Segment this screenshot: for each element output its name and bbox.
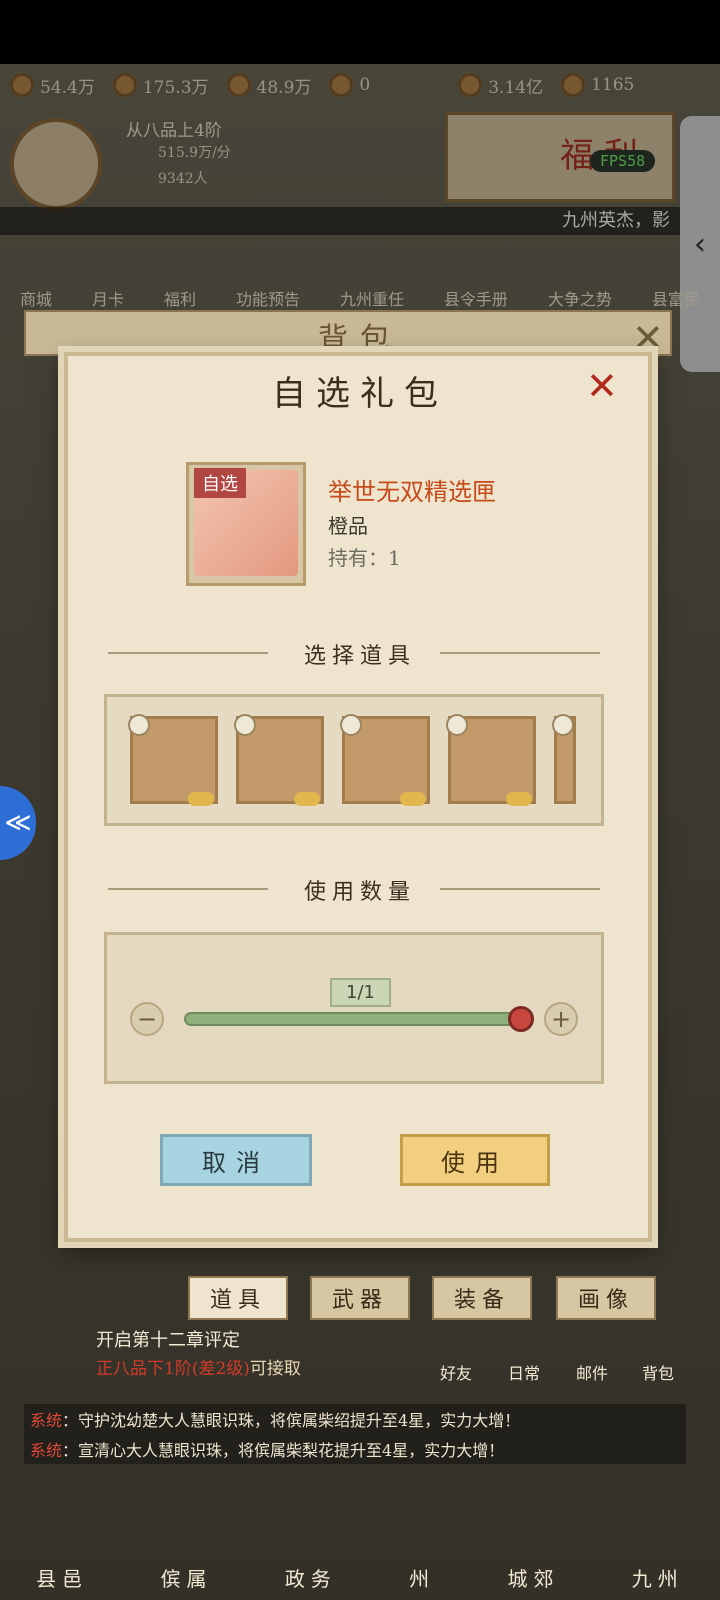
cancel-button[interactable]: 取消: [160, 1134, 312, 1186]
moon-icon: [506, 792, 532, 806]
chapter-title[interactable]: 开启第十二章评定: [96, 1326, 240, 1352]
minus-button[interactable]: −: [130, 1002, 164, 1036]
minus-icon: −: [136, 1005, 158, 1033]
moon-icon: [400, 792, 426, 806]
quantity-value: 1/1: [330, 978, 391, 1007]
chapter-requirement: 正八品下1阶(差2级)可接取: [96, 1359, 301, 1379]
quick-daily[interactable]: 日常: [508, 1360, 540, 1384]
item-badge: 自选: [194, 468, 246, 498]
quick-friends[interactable]: 好友: [440, 1360, 472, 1384]
item-grade: 橙品: [328, 514, 368, 538]
status-bar: [0, 0, 720, 64]
tab-portraits[interactable]: 画像: [556, 1276, 656, 1320]
item-owned: 持有：1: [328, 546, 401, 570]
plus-button[interactable]: +: [544, 1002, 578, 1036]
section-quantity-label: 使用数量: [303, 880, 416, 905]
bottom-nav-state[interactable]: 州: [409, 1563, 435, 1592]
tab-weapons[interactable]: 武器: [310, 1276, 410, 1320]
use-button[interactable]: 使用: [400, 1134, 550, 1186]
quick-mail[interactable]: 邮件: [576, 1360, 608, 1384]
tab-equipment[interactable]: 装备: [432, 1276, 532, 1320]
zodiac-icon: [446, 714, 468, 736]
bottom-nav: 县邑 傧属 政务 州 城郊 九州: [0, 1470, 720, 1600]
assist-icon: ≪: [4, 808, 32, 838]
quantity-slider[interactable]: [184, 1012, 524, 1026]
section-select-label: 选择道具: [303, 644, 416, 669]
plus-icon: +: [550, 1005, 572, 1033]
zodiac-icon: [234, 714, 256, 736]
close-icon[interactable]: ✕: [586, 364, 618, 408]
bottom-nav-retainers[interactable]: 傧属: [160, 1563, 212, 1592]
bottom-nav-jiuzhou[interactable]: 九州: [632, 1563, 684, 1592]
bottom-nav-suburb[interactable]: 城郊: [507, 1563, 559, 1592]
bottom-nav-county[interactable]: 县邑: [36, 1563, 88, 1592]
tab-items[interactable]: 道具: [188, 1276, 288, 1320]
quick-bag[interactable]: 背包: [642, 1360, 674, 1384]
system-message: 系统：宣清心大人慧眼识珠，将傧属柴梨花提升至4星，实力大增！: [24, 1434, 686, 1464]
zodiac-icon: [128, 714, 150, 736]
zodiac-icon: [340, 714, 362, 736]
bottom-nav-affairs[interactable]: 政务: [285, 1563, 337, 1592]
moon-icon: [188, 792, 214, 806]
system-message: 系统：守护沈幼楚大人慧眼识珠，将傧属柴绍提升至4星，实力大增！: [24, 1404, 686, 1434]
item-name: 举世无双精选匣: [328, 478, 496, 506]
zodiac-icon: [552, 714, 574, 736]
moon-icon: [294, 792, 320, 806]
slider-handle[interactable]: [508, 1006, 534, 1032]
